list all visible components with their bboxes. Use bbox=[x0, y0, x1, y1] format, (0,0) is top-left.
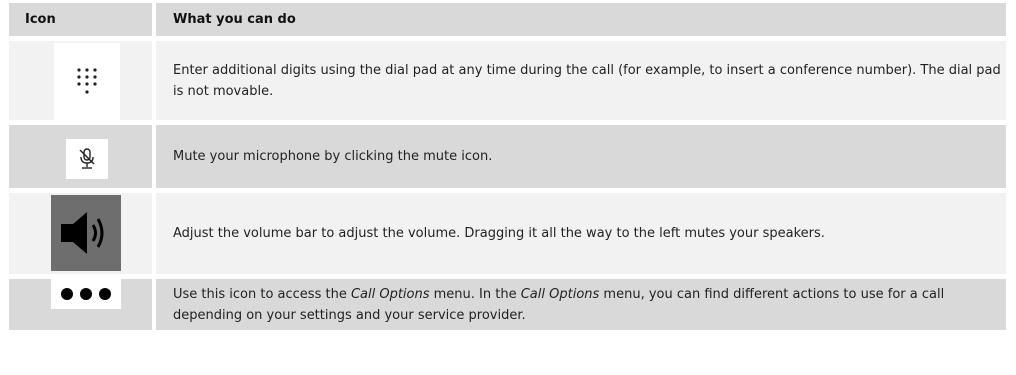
table-header: Icon What you can do bbox=[9, 3, 1006, 36]
icon-cell bbox=[9, 41, 152, 120]
action-cell: Mute your microphone by clicking the mut… bbox=[156, 125, 1006, 188]
table-row-mute: Mute your microphone by clicking the mut… bbox=[9, 125, 1006, 188]
more-options-icon[interactable] bbox=[51, 279, 121, 309]
mute-microphone-icon[interactable] bbox=[66, 139, 108, 179]
action-cell: Adjust the volume bar to adjust the volu… bbox=[156, 193, 1006, 274]
table-row-dial-pad: Enter additional digits using the dial p… bbox=[9, 41, 1006, 120]
row-text: Enter additional digits using the dial p… bbox=[173, 62, 1001, 99]
icon-cell bbox=[9, 279, 152, 330]
header-icon-cell: Icon bbox=[9, 3, 152, 36]
row-text: Use this icon to access the Call Options… bbox=[173, 286, 945, 323]
header-icon-label: Icon bbox=[25, 12, 56, 27]
dial-pad-icon[interactable] bbox=[54, 43, 120, 120]
row-text: Adjust the volume bar to adjust the volu… bbox=[173, 226, 825, 241]
table-row-volume: Adjust the volume bar to adjust the volu… bbox=[9, 193, 1006, 274]
action-cell: Use this icon to access the Call Options… bbox=[156, 279, 1006, 330]
icon-cell bbox=[9, 125, 152, 188]
row-text: Mute your microphone by clicking the mut… bbox=[173, 149, 493, 164]
volume-speaker-icon[interactable] bbox=[51, 195, 121, 271]
table-row-options: Use this icon to access the Call Options… bbox=[9, 279, 1006, 330]
header-action-cell: What you can do bbox=[156, 3, 1006, 36]
action-cell: Enter additional digits using the dial p… bbox=[156, 41, 1006, 120]
icon-reference-table: Icon What you can do Enter additional di… bbox=[9, 3, 1006, 330]
header-action-label: What you can do bbox=[173, 12, 296, 27]
icon-cell bbox=[9, 193, 152, 274]
